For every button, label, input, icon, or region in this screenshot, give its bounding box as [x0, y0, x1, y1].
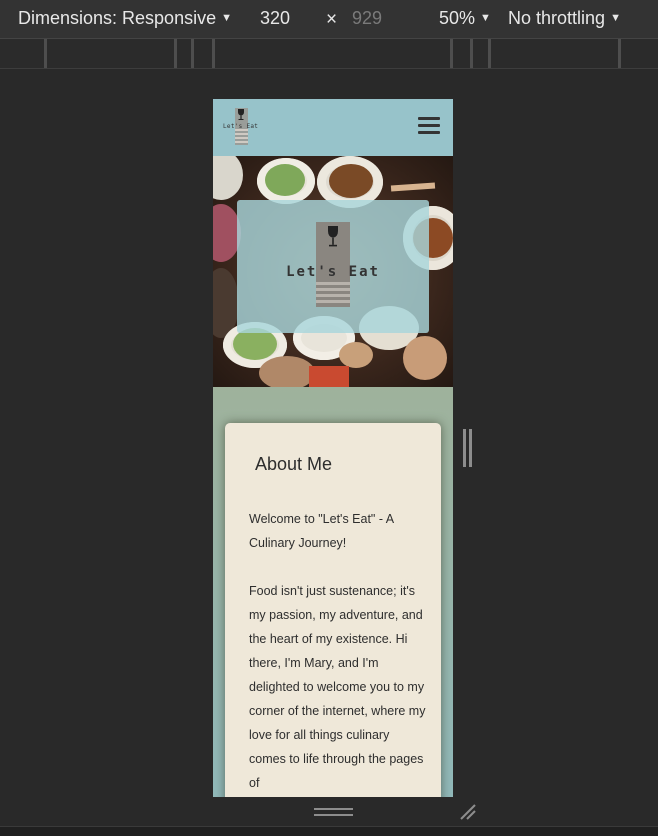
bottom-resize-handle[interactable] — [314, 808, 353, 817]
about-title: About Me — [255, 454, 333, 474]
ruler-tick — [191, 39, 194, 68]
about-body: Welcome to "Let's Eat" - A Culinary Jour… — [249, 507, 427, 797]
zoom-label: 50% — [439, 8, 476, 28]
about-paragraph: Welcome to "Let's Eat" - A Culinary Jour… — [249, 512, 394, 550]
height-input[interactable]: 929 — [352, 8, 382, 29]
logo-stripes — [235, 129, 248, 143]
hamburger-line — [418, 124, 440, 127]
hero-logo-card: Let's Eat — [237, 200, 429, 333]
right-resize-handle[interactable] — [463, 429, 472, 467]
salad — [265, 164, 305, 196]
dropdown-arrow-icon: ▼ — [480, 12, 491, 24]
napkin — [309, 366, 349, 387]
wine-glass-icon — [238, 109, 244, 120]
emulated-page: Let's Eat Let's Eat About Me Welcome to … — [213, 99, 453, 797]
logo-stripes — [316, 282, 350, 303]
wine-glass-icon — [328, 226, 338, 247]
hand — [339, 342, 373, 368]
site-header: Let's Eat — [213, 99, 453, 156]
ruler-tick — [618, 39, 621, 68]
ruler-tick — [450, 39, 453, 68]
handle-line — [314, 808, 353, 810]
hamburger-menu-icon[interactable] — [418, 116, 440, 136]
about-paragraph: Food isn't just sustenance; it's my pass… — [249, 584, 426, 790]
site-logo[interactable]: Let's Eat — [221, 107, 261, 147]
meat-dish — [329, 164, 373, 198]
ruler-tick — [470, 39, 473, 68]
about-card: About Me Welcome to "Let's Eat" - A Culi… — [225, 423, 441, 797]
hand — [259, 356, 315, 387]
handle-line — [463, 429, 466, 467]
hamburger-line — [418, 131, 440, 134]
dimensions-dropdown[interactable]: Dimensions: Responsive ▼ — [18, 8, 232, 29]
hamburger-line — [418, 117, 440, 120]
handle-line — [469, 429, 472, 467]
width-input[interactable]: 320 — [260, 8, 290, 29]
throttling-label: No throttling — [508, 8, 606, 28]
chopsticks — [390, 182, 436, 192]
ruler-tick — [488, 39, 491, 68]
media-query-ruler[interactable] — [0, 39, 658, 69]
throttling-dropdown[interactable]: No throttling ▼ — [508, 8, 621, 29]
food-plate — [213, 156, 243, 200]
times-icon: × — [326, 9, 338, 30]
dropdown-arrow-icon: ▼ — [221, 12, 232, 24]
handle-line — [314, 814, 353, 816]
ruler-tick — [174, 39, 177, 68]
dropdown-arrow-icon: ▼ — [610, 12, 621, 24]
dimensions-label: Dimensions: Responsive — [18, 8, 217, 28]
hand — [403, 336, 447, 380]
zoom-dropdown[interactable]: 50% ▼ — [439, 8, 491, 29]
corner-resize-handle-icon[interactable] — [458, 802, 478, 822]
ruler-tick — [44, 39, 47, 68]
hero-image: Let's Eat — [213, 156, 453, 387]
device-toolbar: Dimensions: Responsive ▼ 320 × 929 50% ▼ N… — [0, 0, 658, 39]
hero-logo-text: Let's Eat — [286, 264, 380, 280]
ruler-tick — [212, 39, 215, 68]
